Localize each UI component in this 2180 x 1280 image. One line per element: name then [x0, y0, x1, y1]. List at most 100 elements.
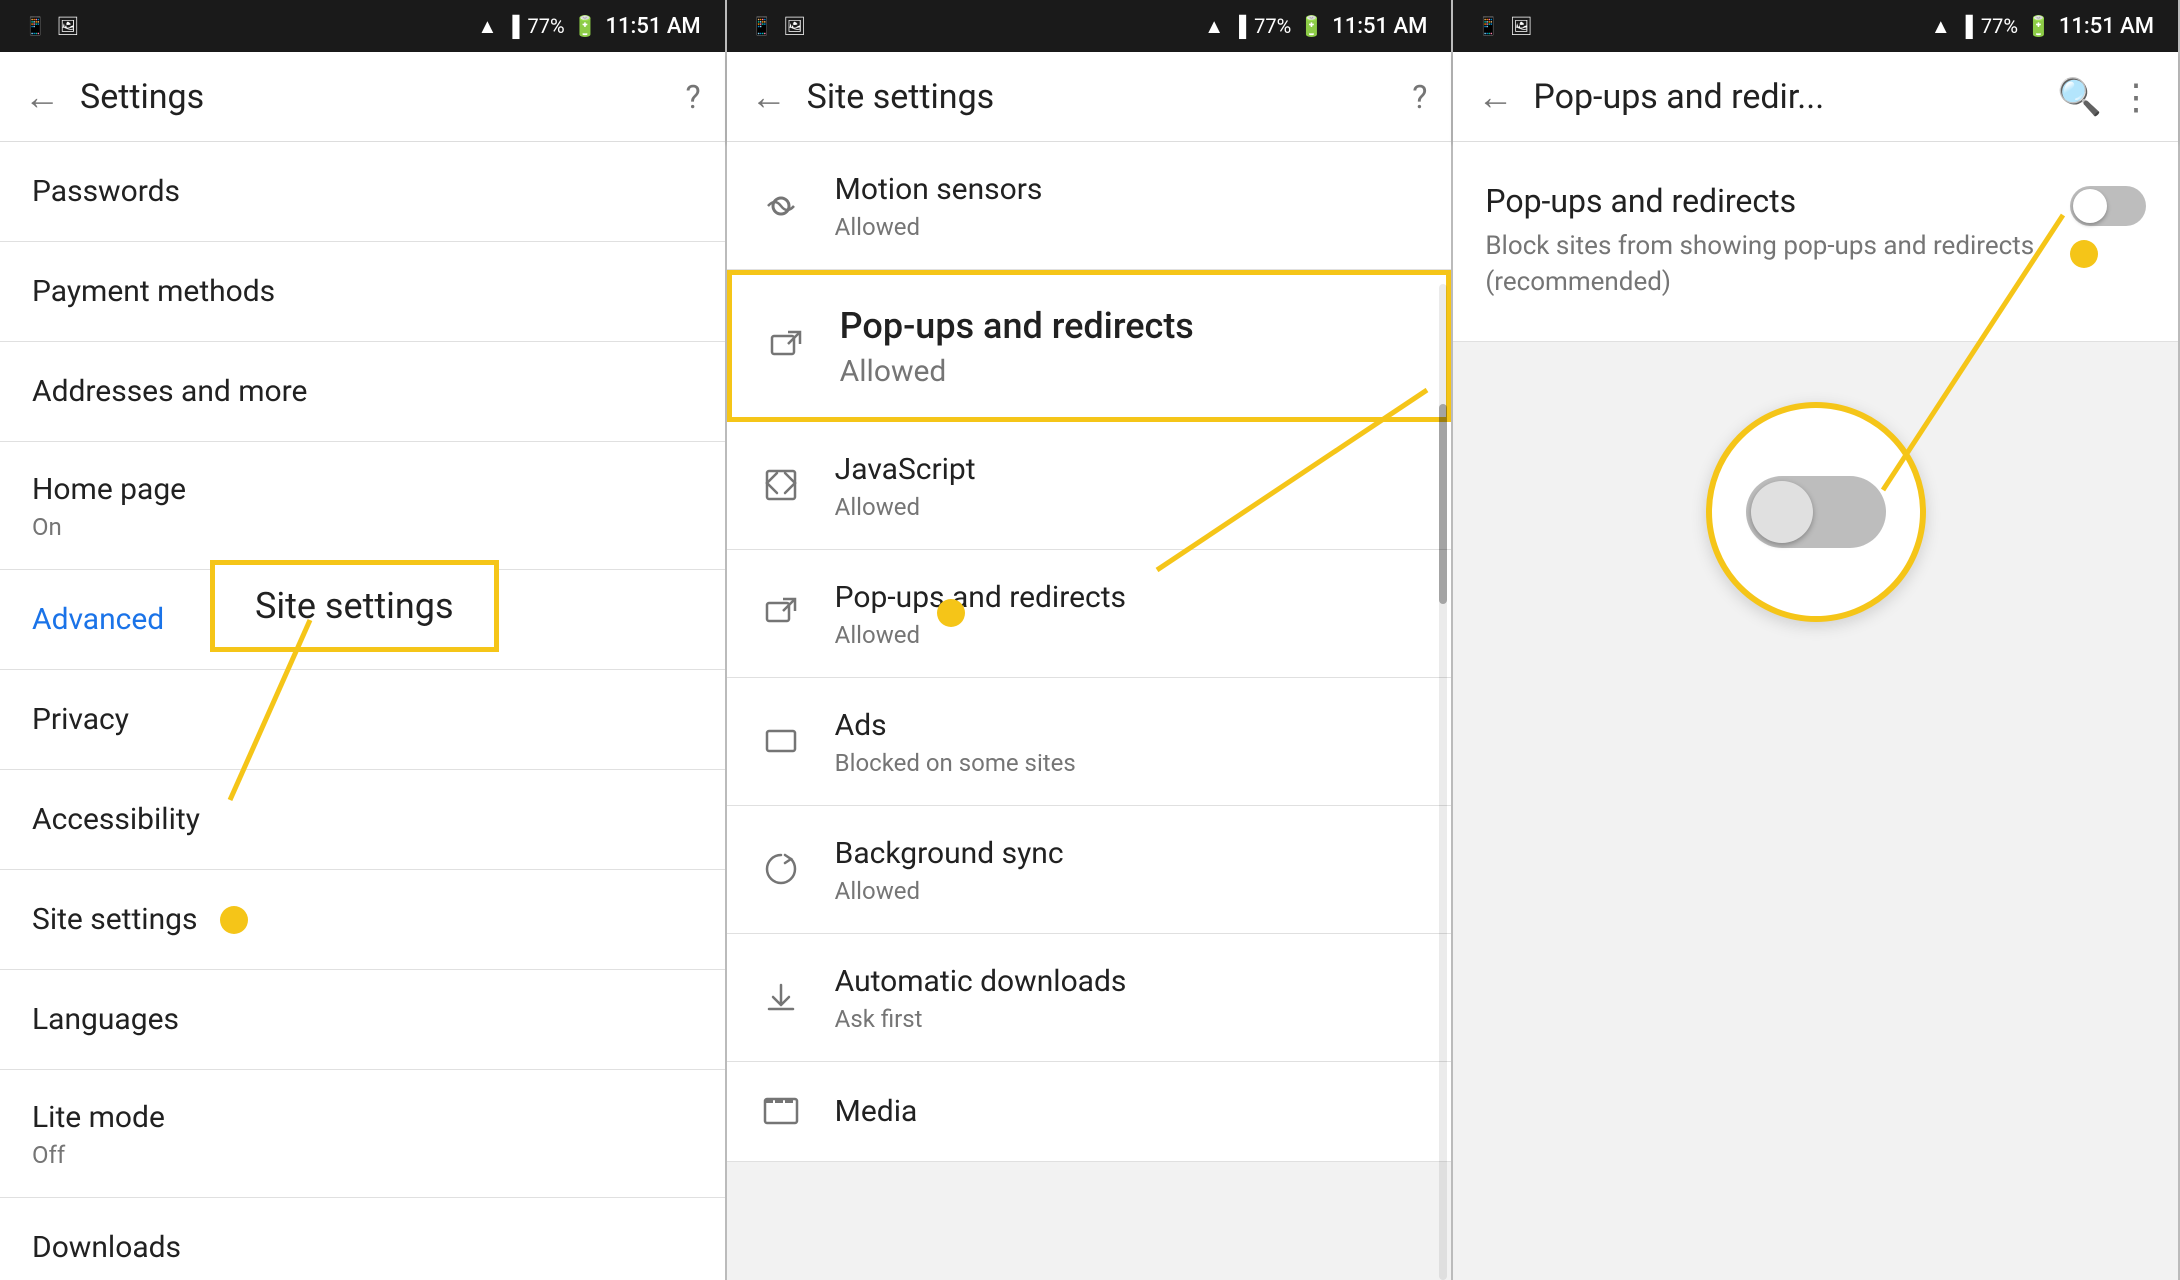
- ads-label: Ads: [835, 706, 1420, 745]
- big-toggle-circle[interactable]: [1706, 402, 1926, 622]
- popups-title: Pop-ups and redir...: [1533, 77, 2037, 117]
- lite-mode-label: Lite mode: [32, 1098, 693, 1137]
- popups2-label: Pop-ups and redirects: [835, 578, 1420, 617]
- sim-icon: 📱: [24, 16, 46, 37]
- list-item-payment[interactable]: Payment methods: [0, 242, 725, 342]
- popups-app-bar: ← Pop-ups and redir... 🔍 ⋮: [1453, 52, 2178, 142]
- big-toggle-switch[interactable]: [1746, 476, 1886, 548]
- site-settings-label-box: Site settings: [210, 560, 499, 652]
- list-item-accessibility[interactable]: Accessibility: [0, 770, 725, 870]
- battery-icon-2: 🔋: [1299, 14, 1324, 38]
- popups2-subtitle: Allowed: [835, 621, 1420, 649]
- list-item-downloads[interactable]: Downloads: [0, 1198, 725, 1280]
- yellow-dot-1: [220, 906, 248, 934]
- list-item-site-settings[interactable]: Site settings: [0, 870, 725, 970]
- list-item-background-sync[interactable]: Background sync Allowed: [727, 806, 1452, 934]
- download-icon: [759, 979, 803, 1015]
- motion-sensors-subtitle: Allowed: [835, 213, 1420, 241]
- js-icon: [759, 467, 803, 503]
- status-bar-3: 📱 🖼 ▲ ▐ 77% 🔋 11:51 AM: [1453, 0, 2178, 52]
- popups-setting-title: Pop-ups and redirects: [1485, 182, 2065, 220]
- back-button-3[interactable]: ←: [1477, 76, 1513, 118]
- list-item-passwords[interactable]: Passwords: [0, 142, 725, 242]
- homepage-subtitle: On: [32, 513, 693, 541]
- popups-setting-desc: Block sites from showing pop-ups and red…: [1485, 228, 2065, 301]
- lite-mode-subtitle: Off: [32, 1141, 693, 1169]
- list-item-popups2[interactable]: Pop-ups and redirects Allowed: [727, 550, 1452, 678]
- battery-icon-1: 🔋: [573, 14, 598, 38]
- list-item-media[interactable]: Media: [727, 1062, 1452, 1162]
- settings-app-bar: ← Settings ?: [0, 52, 725, 142]
- gallery-icon-3: 🖼: [1510, 16, 1533, 37]
- list-item-ads[interactable]: Ads Blocked on some sites: [727, 678, 1452, 806]
- signal-icon-2: ▐: [1232, 14, 1246, 39]
- site-settings-list: Motion sensors Allowed Pop-ups and redir…: [727, 142, 1452, 1280]
- addresses-label: Addresses and more: [32, 372, 693, 411]
- accessibility-label: Accessibility: [32, 800, 693, 839]
- downloads-label: Downloads: [32, 1228, 693, 1267]
- javascript-label: JavaScript: [835, 450, 1420, 489]
- list-item-auto-downloads[interactable]: Automatic downloads Ask first: [727, 934, 1452, 1062]
- popups-setting-card: Pop-ups and redirects Block sites from s…: [1453, 142, 2178, 342]
- popup-icon-2: [759, 595, 803, 631]
- back-button-1[interactable]: ←: [24, 76, 60, 118]
- yellow-dot-3: [2070, 240, 2098, 268]
- status-bar-2: 📱 🖼 ▲ ▐ 77% 🔋 11:51 AM: [727, 0, 1452, 52]
- more-options-button[interactable]: ⋮: [2118, 76, 2154, 118]
- popups-toggle-small[interactable]: [2070, 186, 2146, 226]
- battery-pct-1: 77%: [528, 14, 565, 38]
- gallery-icon-2: 🖼: [783, 16, 806, 37]
- list-item-lite-mode[interactable]: Lite mode Off: [0, 1070, 725, 1198]
- wifi-icon-3: ▲: [1931, 14, 1951, 39]
- sim-icon-3: 📱: [1477, 16, 1499, 37]
- list-item-motion-sensors[interactable]: Motion sensors Allowed: [727, 142, 1452, 270]
- scrollbar-thumb[interactable]: [1439, 404, 1447, 604]
- payment-label: Payment methods: [32, 272, 693, 311]
- toggle-knob-small: [2073, 189, 2107, 223]
- time-1: 11:51 AM: [606, 14, 701, 39]
- list-item-popups-highlight[interactable]: Pop-ups and redirects Allowed: [727, 270, 1452, 422]
- back-button-2[interactable]: ←: [751, 76, 787, 118]
- ads-icon: [759, 723, 803, 759]
- status-bar-1: 📱 🖼 ▲ ▐ 77% 🔋 11:51 AM: [0, 0, 725, 52]
- popup-icon-highlight: [764, 328, 808, 364]
- wifi-icon-1: ▲: [478, 14, 498, 39]
- wifi-icon-2: ▲: [1204, 14, 1224, 39]
- battery-pct-3: 77%: [1981, 14, 2018, 38]
- javascript-subtitle: Allowed: [835, 493, 1420, 521]
- settings-title: Settings: [80, 77, 666, 117]
- big-toggle-knob: [1751, 481, 1813, 543]
- list-item-javascript[interactable]: JavaScript Allowed: [727, 422, 1452, 550]
- site-settings-label: Site settings: [32, 900, 693, 939]
- background-sync-label: Background sync: [835, 834, 1420, 873]
- media-icon: [759, 1093, 803, 1129]
- site-settings-panel: 📱 🖼 ▲ ▐ 77% 🔋 11:51 AM ← Site settings ?: [727, 0, 1454, 1280]
- privacy-label: Privacy: [32, 700, 693, 739]
- passwords-label: Passwords: [32, 172, 693, 211]
- motion-sensors-label: Motion sensors: [835, 170, 1420, 209]
- scrollbar-track[interactable]: [1439, 284, 1447, 1280]
- popups-highlight-label: Pop-ups and redirects: [840, 303, 1415, 350]
- list-item-languages[interactable]: Languages: [0, 970, 725, 1070]
- help-button-1[interactable]: ?: [686, 78, 701, 116]
- big-toggle-area: [1453, 342, 2178, 682]
- list-item-addresses[interactable]: Addresses and more: [0, 342, 725, 442]
- popups-panel: 📱 🖼 ▲ ▐ 77% 🔋 11:51 AM ← Pop-ups and red…: [1453, 0, 2180, 1280]
- gallery-icon: 🖼: [56, 16, 79, 37]
- sim-icon-2: 📱: [751, 16, 773, 37]
- popups-highlight-subtitle: Allowed: [840, 354, 1415, 389]
- homepage-label: Home page: [32, 470, 693, 509]
- list-item-homepage[interactable]: Home page On: [0, 442, 725, 570]
- auto-downloads-label: Automatic downloads: [835, 962, 1420, 1001]
- help-button-2[interactable]: ?: [1412, 78, 1427, 116]
- battery-icon-3: 🔋: [2026, 14, 2051, 38]
- list-item-privacy[interactable]: Privacy: [0, 670, 725, 770]
- time-2: 11:51 AM: [1332, 14, 1427, 39]
- battery-pct-2: 77%: [1254, 14, 1291, 38]
- search-button[interactable]: 🔍: [2057, 76, 2102, 118]
- sync-icon: [759, 851, 803, 887]
- signal-icon-3: ▐: [1959, 14, 1973, 39]
- signal-icon-1: ▐: [505, 14, 519, 39]
- motion-icon: [759, 188, 803, 224]
- background-sync-subtitle: Allowed: [835, 877, 1420, 905]
